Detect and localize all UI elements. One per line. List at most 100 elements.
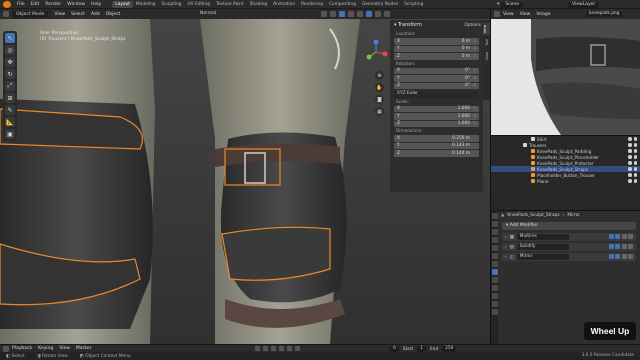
menu-edit[interactable]: Edit <box>28 2 43 7</box>
rendered-shading-icon[interactable] <box>384 11 390 17</box>
gizmo-icon[interactable] <box>330 11 336 17</box>
world-tab-icon[interactable] <box>491 253 498 259</box>
solid-shading-icon[interactable] <box>366 11 372 17</box>
jump-start-icon[interactable] <box>255 346 260 351</box>
rotate-tool-icon[interactable]: ↻ <box>5 69 15 79</box>
scene-selector[interactable]: ▾ Scene <box>497 1 523 8</box>
menu-view[interactable]: View <box>500 12 517 17</box>
image-name-field[interactable]: kneepads.png <box>586 11 623 17</box>
tab-texture-paint[interactable]: Texture Paint <box>213 1 247 8</box>
expand-arrow-icon[interactable]: › <box>505 245 507 250</box>
scene-name[interactable]: Scene <box>501 1 523 8</box>
modifier-name-field[interactable]: Solidify <box>516 244 569 250</box>
tab-sculpting[interactable]: Sculpting <box>158 1 184 8</box>
options-dropdown[interactable]: Options <box>464 23 481 28</box>
zoom-icon[interactable]: ⊕ <box>375 71 384 80</box>
menu-view-secondary[interactable]: View <box>517 12 534 17</box>
tab-modeling[interactable]: Modeling <box>133 1 159 8</box>
rotation-y-field[interactable]: Y 0° ▫ <box>394 75 479 82</box>
visibility-icons[interactable] <box>628 149 637 153</box>
menu-view[interactable]: View <box>51 12 68 17</box>
modifier-solidify[interactable]: › ▤ Solidify <box>502 243 636 251</box>
location-y-field[interactable]: Y0 m ▫ <box>394 45 479 52</box>
transform-orientation-dropdown[interactable]: Normal <box>200 11 216 16</box>
tab-geometry-nodes[interactable]: Geometry Nodes <box>359 1 401 8</box>
menu-render[interactable]: Render <box>42 2 64 7</box>
menu-help[interactable]: Help <box>88 2 104 7</box>
modifier-name-field[interactable]: Mirror <box>516 254 569 260</box>
visibility-icons[interactable] <box>628 161 637 165</box>
visibility-icons[interactable] <box>628 143 637 147</box>
rotation-z-field[interactable]: Z 0° ▫ <box>394 82 479 89</box>
select-box-tool-icon[interactable]: ↖ <box>5 33 15 43</box>
view-layer-name[interactable]: ViewLayer <box>568 1 600 8</box>
play-reverse-icon[interactable] <box>271 346 276 351</box>
tab-tool[interactable]: Tool <box>485 37 489 48</box>
add-modifier-button[interactable]: ▾ Add Modifier <box>502 222 636 230</box>
tool-properties-tab-icon[interactable] <box>491 213 498 219</box>
material-shading-icon[interactable] <box>375 11 381 17</box>
move-tool-icon[interactable]: ✥ <box>5 57 15 67</box>
modifier-toggle-icons[interactable] <box>608 254 633 259</box>
xray-icon[interactable] <box>348 11 354 17</box>
camera-icon[interactable]: ◙ <box>375 95 384 104</box>
menu-object[interactable]: Object <box>103 12 124 17</box>
rotation-mode-dropdown[interactable]: XYZ Euler <box>394 91 479 98</box>
output-properties-tab-icon[interactable] <box>491 229 498 235</box>
menu-keying[interactable]: Keying <box>35 346 56 351</box>
menu-marker[interactable]: Marker <box>73 346 95 351</box>
dimensions-y-field[interactable]: Y 0.143 m <box>394 142 479 149</box>
menu-select[interactable]: Select <box>68 12 88 17</box>
measure-tool-icon[interactable]: 📐 <box>5 117 15 127</box>
modifier-tab-icon[interactable] <box>491 269 498 275</box>
blender-logo-icon[interactable] <box>3 0 11 8</box>
navigation-gizmo[interactable] <box>363 39 389 65</box>
modifier-multires[interactable]: › ▦ Multires <box>502 233 636 241</box>
editor-type-icon[interactable] <box>3 11 9 17</box>
overlay-icon[interactable] <box>339 11 345 17</box>
modifier-name-field[interactable]: Multires <box>516 234 569 240</box>
dimensions-x-field[interactable]: X 0.259 m <box>394 135 479 142</box>
location-z-field[interactable]: Z0 m ▫ <box>394 53 479 60</box>
scale-tool-icon[interactable]: ⤢ <box>5 81 15 91</box>
menu-window[interactable]: Window <box>64 2 88 7</box>
tab-scripting[interactable]: Scripting <box>401 1 426 8</box>
scene-tab-icon[interactable] <box>491 245 498 251</box>
scale-x-field[interactable]: X 1.000 ▫ <box>394 105 479 112</box>
add-cube-tool-icon[interactable]: ▣ <box>5 129 15 139</box>
visibility-icon[interactable] <box>321 11 327 17</box>
constraints-tab-icon[interactable] <box>491 293 498 299</box>
tab-compositing[interactable]: Compositing <box>326 1 359 8</box>
image-editor[interactable]: View View Image kneepads.png <box>490 9 640 135</box>
jump-end-icon[interactable] <box>295 346 300 351</box>
object-tab-icon[interactable] <box>491 261 498 267</box>
expand-arrow-icon[interactable]: › <box>505 235 507 240</box>
transform-tool-icon[interactable]: ⊞ <box>5 93 15 103</box>
tab-rendering[interactable]: Rendering <box>298 1 326 8</box>
annotate-tool-icon[interactable]: ✎ <box>5 105 15 115</box>
pan-icon[interactable]: ✋ <box>375 83 384 92</box>
visibility-icons[interactable] <box>628 137 637 141</box>
data-tab-icon[interactable] <box>491 301 498 307</box>
render-properties-tab-icon[interactable] <box>491 221 498 227</box>
menu-view[interactable]: View <box>56 346 73 351</box>
tab-layout[interactable]: Layout <box>112 0 133 8</box>
modifier-mirror[interactable]: › ◫ Mirror <box>502 253 636 261</box>
tab-item[interactable]: Item <box>483 23 490 35</box>
menu-playback[interactable]: Playback <box>9 346 35 351</box>
physics-tab-icon[interactable] <box>491 285 498 291</box>
menu-add[interactable]: Add <box>88 12 103 17</box>
tab-shading[interactable]: Shading <box>247 1 270 8</box>
play-icon[interactable] <box>279 346 284 351</box>
expand-arrow-icon[interactable]: › <box>505 255 507 260</box>
location-x-field[interactable]: X0 m ▫ <box>394 38 479 45</box>
modifier-toggle-icons[interactable] <box>608 244 633 249</box>
tab-animation[interactable]: Animation <box>270 1 298 8</box>
scale-y-field[interactable]: Y 1.000 ▫ <box>394 113 479 120</box>
visibility-icons[interactable] <box>628 155 637 159</box>
material-tab-icon[interactable] <box>491 309 498 315</box>
next-keyframe-icon[interactable] <box>287 346 292 351</box>
object-mode-dropdown[interactable]: Object Mode <box>12 10 49 18</box>
cursor-tool-icon[interactable]: ◎ <box>5 45 15 55</box>
wireframe-shading-icon[interactable] <box>357 11 363 17</box>
